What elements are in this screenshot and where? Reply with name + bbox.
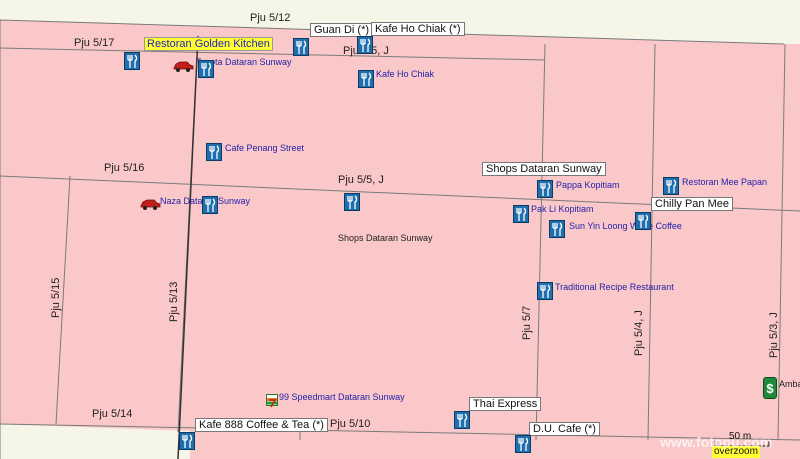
callout-restoran-golden-kitchen[interactable]: Restoran Golden Kitchen [144,37,273,51]
callout-shops-dataran-sunway[interactable]: Shops Dataran Sunway [482,162,606,176]
road-label-pju-5-4-j: Pju 5/4, J [633,310,645,356]
restaurant-icon[interactable] [293,38,309,56]
poi-label-restoran-mee-papan[interactable]: Restoran Mee Papan [682,176,767,188]
restaurant-icon[interactable] [198,60,214,78]
poi-label-sun-yin-loong[interactable]: Sun Yin Loong White Coffee [569,220,682,232]
road-label-pju-5-17: Pju 5/17 [74,37,115,49]
restaurant-icon[interactable] [206,143,222,161]
restaurant-icon[interactable] [179,432,195,450]
road-label-pju-5-14: Pju 5/14 [92,408,133,420]
road-label-pju-5-7: Pju 5/7 [521,305,533,340]
restaurant-icon[interactable] [358,70,374,88]
bank-icon[interactable]: $ [763,377,777,399]
poi-label-pappa-kopitiam[interactable]: Pappa Kopitiam [556,179,620,191]
restaurant-icon[interactable] [202,196,218,214]
road-label-pju-5-16: Pju 5/16 [104,162,145,174]
convenience-store-icon[interactable] [266,394,278,408]
callout-thai-express[interactable]: Thai Express [469,397,542,411]
road-label-pju-5-15: Pju 5/15 [50,277,62,318]
poi-label-cafe-penang-street[interactable]: Cafe Penang Street [225,142,304,154]
poi-label-traditional-recipe[interactable]: Traditional Recipe Restaurant [555,281,674,293]
poi-label-pak-li-kopitiam[interactable]: Pak Li Kopitiam [531,203,594,215]
road-label-pju-5-13: Pju 5/13 [168,281,180,322]
restaurant-icon[interactable] [537,180,553,198]
restaurant-icon[interactable] [515,435,531,453]
road-label-pju-5-12: Pju 5/12 [250,12,291,24]
restaurant-icon[interactable] [635,212,651,230]
car-dealer-icon[interactable] [139,198,161,210]
restaurant-icon[interactable] [513,205,529,223]
restaurant-icon[interactable] [124,52,140,70]
restaurant-icon[interactable] [454,411,470,429]
callout-kafe-ho-chiak[interactable]: Kafe Ho Chiak (*) [371,22,465,36]
poi-label-shops-dataran-sunway[interactable]: Shops Dataran Sunway [338,232,433,244]
restaurant-icon[interactable] [549,220,565,238]
restaurant-icon[interactable] [357,36,373,54]
road-label-pju-5-3-j: Pju 5/3, J [768,312,780,358]
restaurant-icon[interactable] [537,282,553,300]
road-label-pju-5-10: Pju 5/10 [330,418,371,430]
watermark: www.fotopu.com [660,434,773,450]
restaurant-icon[interactable] [344,193,360,211]
poi-label-99-speedmart[interactable]: 99 Speedmart Dataran Sunway [279,391,405,403]
callout-du-cafe[interactable]: D.U. Cafe (*) [529,422,600,436]
road-label-pju-5-5-j: Pju 5/5, J [338,174,384,186]
car-dealer-icon[interactable] [172,60,194,72]
restaurant-icon[interactable] [663,177,679,195]
poi-label-amba[interactable]: Amba [779,378,800,390]
callout-kafe-888[interactable]: Kafe 888 Coffee & Tea (*) [195,418,328,432]
callout-chilly-pan-mee[interactable]: Chilly Pan Mee [651,197,733,211]
poi-label-kafe-ho-chiak[interactable]: Kafe Ho Chiak [376,68,434,80]
callout-guan-di[interactable]: Guan Di (*) [310,23,374,37]
